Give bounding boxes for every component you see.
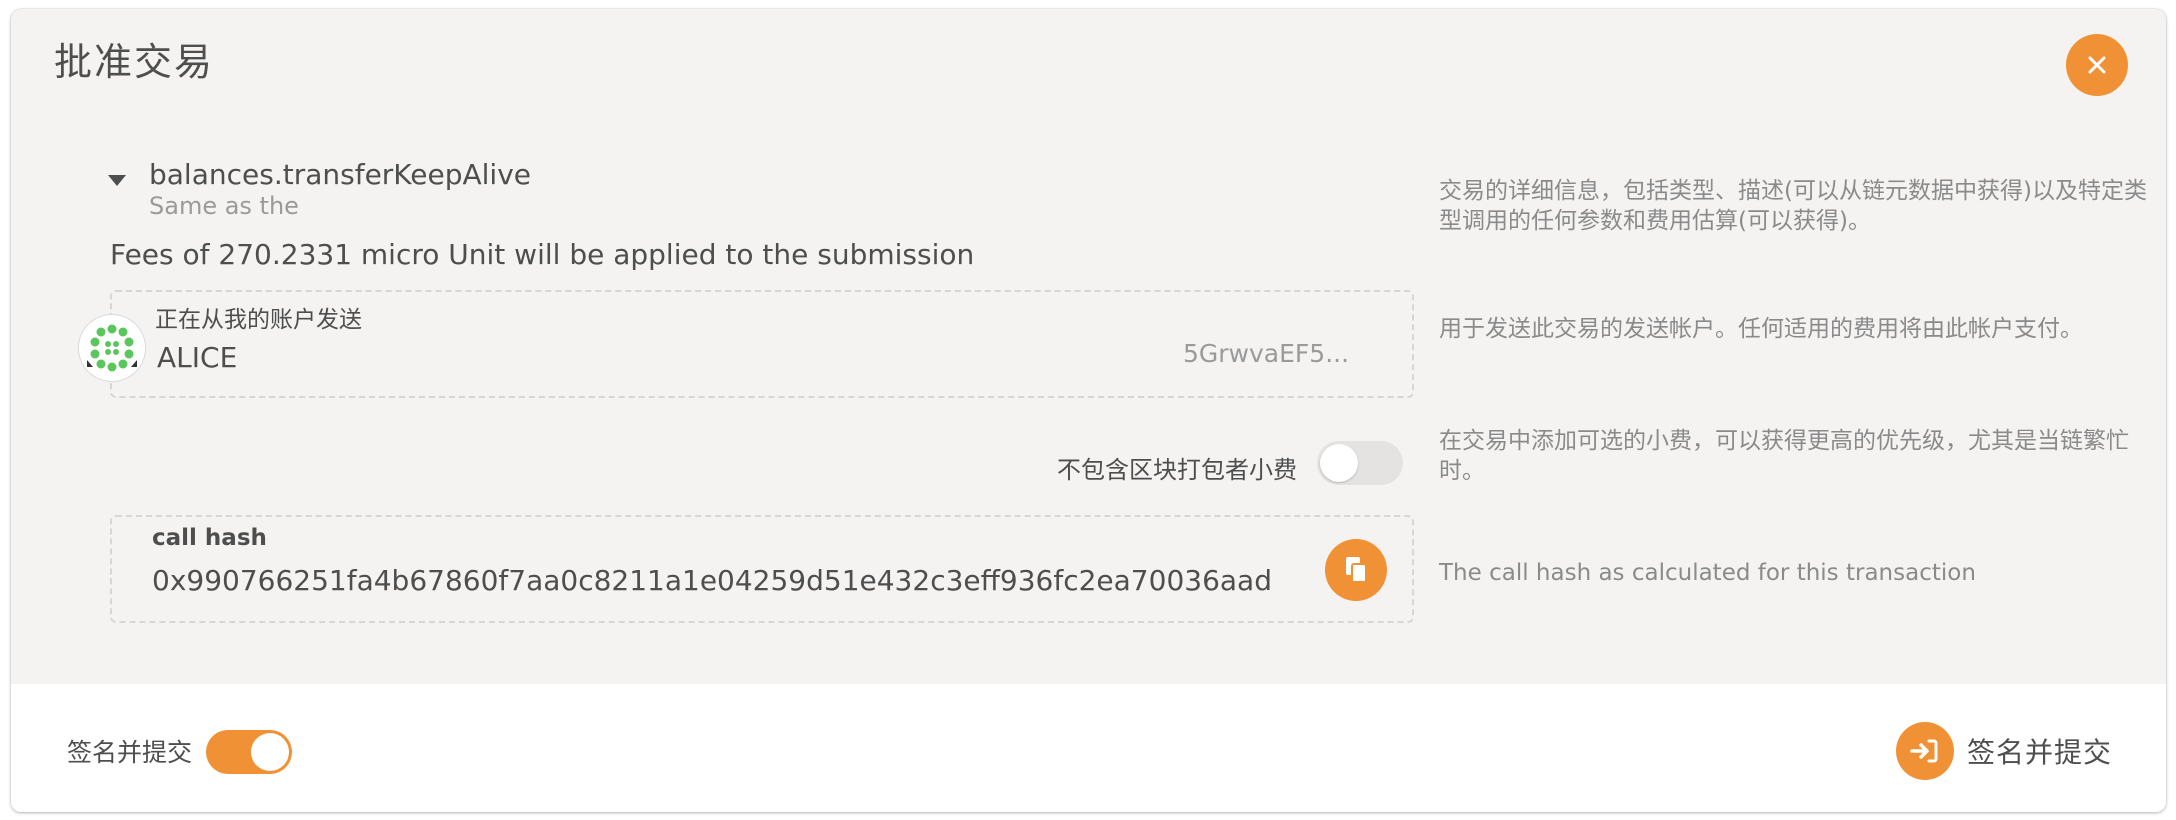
call-help-text: 交易的详细信息，包括类型、描述(可以从链元数据中获得)以及特定类型调用的任何参数… [1439,178,2147,234]
sign-and-submit-button[interactable]: 签名并提交 [1896,720,2112,782]
copy-icon [1346,557,1367,583]
page: 批准交易 balances.transferKeepAlive Same as … [0,0,2176,820]
sign-in-icon [1910,739,1938,763]
close-button[interactable] [2066,34,2128,96]
account-avatar [78,314,146,382]
sender-help-text: 用于发送此交易的发送帐户。任何适用的费用将由此帐户支付。 [1439,316,2083,342]
call-method[interactable]: balances.transferKeepAlive [149,158,531,191]
tip-toggle[interactable] [1317,441,1403,485]
call-hash-value: 0x990766251fa4b67860f7aa0c8211a1e04259d5… [152,564,1272,597]
tip-help-text: 在交易中添加可选的小费，可以获得更高的优先级，尤其是当链繁忙时。 [1439,428,2129,484]
call-hash-help-text: The call hash as calculated for this tra… [1439,560,1976,586]
sender-label: 正在从我的账户发送 [155,307,362,333]
toggle-knob [1320,444,1358,482]
copy-button[interactable] [1325,539,1387,601]
submit-label: 签名并提交 [1967,736,2113,769]
sign-submit-toggle[interactable] [206,730,292,774]
toggle-knob [251,733,289,771]
sign-toggle-label: 签名并提交 [67,738,193,767]
expand-caret-icon[interactable] [108,175,126,186]
close-icon [2088,56,2106,74]
sender-name: ALICE [157,341,238,374]
modal-footer [11,684,2166,812]
transaction-modal: 批准交易 balances.transferKeepAlive Same as … [11,9,2166,812]
identicon-icon [87,324,137,372]
modal-title: 批准交易 [54,40,215,84]
submit-icon-circle [1896,722,1954,780]
call-hash-label: call hash [152,525,267,551]
fees-text: Fees of 270.2331 micro Unit will be appl… [110,238,975,271]
tip-toggle-label: 不包含区块打包者小费 [1057,456,1297,484]
call-description: Same as the [149,192,299,220]
sender-address: 5GrwvaEF5... [1183,339,1350,368]
